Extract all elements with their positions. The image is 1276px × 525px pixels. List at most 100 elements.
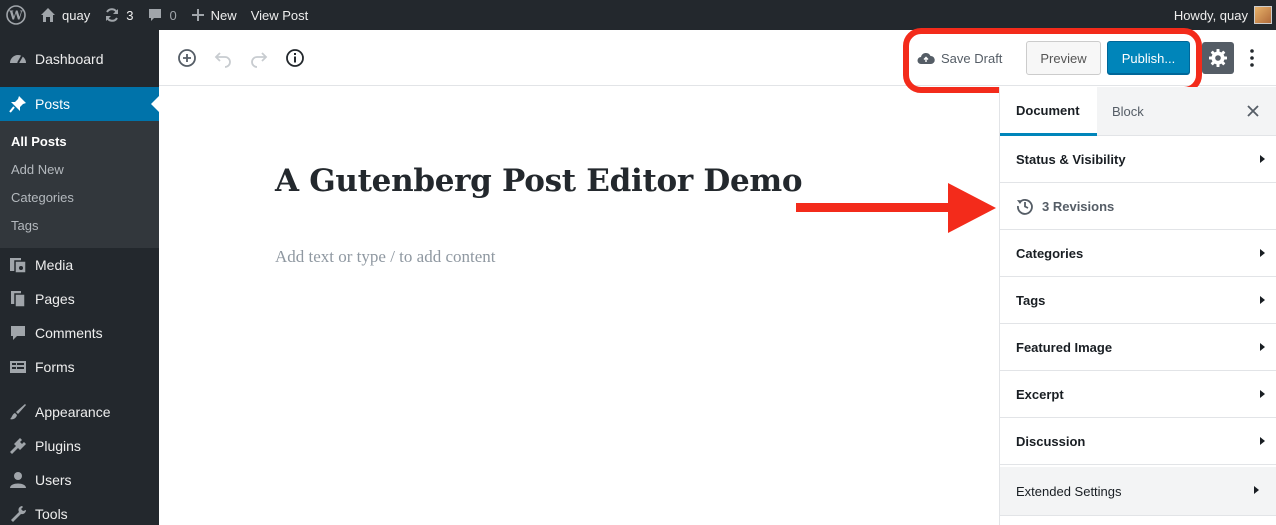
- current-menu-arrow: [151, 96, 159, 112]
- wrench-icon: [8, 504, 28, 524]
- tab-document[interactable]: Document: [1000, 87, 1097, 136]
- panel-excerpt[interactable]: Excerpt: [1000, 371, 1276, 418]
- plug-icon: [8, 436, 28, 456]
- panel-label: Featured Image: [1016, 339, 1113, 355]
- caret-right-icon: [1260, 155, 1265, 163]
- wordpress-logo-icon[interactable]: W: [0, 0, 33, 30]
- caret-right-icon: [1260, 249, 1265, 257]
- sidebar-item-forms[interactable]: Forms: [0, 350, 159, 384]
- caret-right-icon: [1260, 343, 1265, 351]
- sidebar-item-comments[interactable]: Comments: [0, 316, 159, 350]
- vertical-ellipsis-icon: [1250, 49, 1254, 67]
- panel-featured-image[interactable]: Featured Image: [1000, 324, 1276, 371]
- panel-label: 3 Revisions: [1042, 198, 1115, 214]
- undo-icon[interactable]: [212, 47, 234, 69]
- settings-toggle-button[interactable]: [1202, 42, 1234, 74]
- tab-block[interactable]: Block: [1097, 87, 1167, 136]
- sidebar-item-pages[interactable]: Pages: [0, 282, 159, 316]
- user-icon: [8, 470, 28, 490]
- panel-discussion[interactable]: Discussion: [1000, 418, 1276, 465]
- caret-right-icon: [1254, 486, 1259, 494]
- panel-tags[interactable]: Tags: [1000, 277, 1276, 324]
- close-icon[interactable]: [1243, 101, 1263, 121]
- greeting: Howdy, quay: [1173, 7, 1248, 23]
- sidebar-item-label: Forms: [35, 359, 75, 375]
- sidebar-item-label: Comments: [35, 325, 103, 341]
- add-block-icon[interactable]: [176, 47, 198, 69]
- svg-text:W: W: [8, 9, 23, 23]
- panel-status-visibility[interactable]: Status & Visibility: [1000, 136, 1276, 183]
- gear-icon: [1209, 49, 1227, 67]
- comments-count: 0: [169, 7, 177, 23]
- media-icon: [8, 255, 28, 275]
- content-placeholder[interactable]: Add text or type / to add content: [275, 247, 495, 267]
- submenu-tags[interactable]: Tags: [11, 218, 38, 233]
- panel-label: Discussion: [1016, 433, 1086, 449]
- plus-icon: [191, 9, 204, 21]
- account-menu[interactable]: Howdy, quay: [1174, 0, 1272, 30]
- history-icon: [1017, 199, 1033, 215]
- sidebar-item-label: Dashboard: [35, 51, 104, 67]
- submenu-categories[interactable]: Categories: [11, 190, 74, 205]
- sidebar-item-dashboard[interactable]: Dashboard: [0, 42, 159, 76]
- redo-icon[interactable]: [248, 47, 270, 69]
- sidebar-item-plugins[interactable]: Plugins: [0, 429, 159, 463]
- annotation-highlight-box: [903, 28, 1202, 93]
- updates-count: 3: [126, 7, 134, 23]
- brush-icon: [8, 402, 28, 422]
- new-content-link[interactable]: New: [184, 0, 244, 30]
- pin-icon: [8, 94, 28, 114]
- panel-label: Tags: [1016, 292, 1046, 308]
- settings-sidebar: Document Block Status & Visibility 3 Rev…: [999, 87, 1276, 525]
- avatar: [1254, 6, 1272, 24]
- refresh-icon: [106, 8, 119, 22]
- forms-icon: [8, 357, 28, 377]
- panel-categories[interactable]: Categories: [1000, 230, 1276, 277]
- tab-label: Block: [1112, 104, 1144, 119]
- info-icon[interactable]: [284, 47, 306, 69]
- admin-sidebar: Dashboard Posts All Posts Add New Catego…: [0, 30, 159, 525]
- sidebar-item-users[interactable]: Users: [0, 463, 159, 497]
- view-post-link[interactable]: View Post: [244, 0, 316, 30]
- panel-label: Excerpt: [1016, 386, 1064, 402]
- annotation-arrow-icon: [796, 183, 996, 233]
- settings-tabs: Document Block: [1000, 87, 1276, 136]
- post-title[interactable]: A Gutenberg Post Editor Demo: [275, 163, 803, 199]
- caret-right-icon: [1260, 296, 1265, 304]
- caret-right-icon: [1260, 390, 1265, 398]
- view-post-label: View Post: [250, 7, 309, 23]
- dashboard-icon: [8, 49, 28, 69]
- comment-bubble-icon: [149, 9, 162, 21]
- updates-link[interactable]: 3: [97, 0, 140, 30]
- sidebar-item-label: Tools: [35, 506, 68, 522]
- sidebar-item-media[interactable]: Media: [0, 248, 159, 282]
- home-icon: [41, 8, 55, 22]
- more-menu-button[interactable]: [1245, 46, 1259, 70]
- site-name-link[interactable]: quay: [33, 0, 97, 30]
- sidebar-item-label: Plugins: [35, 438, 81, 454]
- sidebar-item-posts[interactable]: Posts: [0, 87, 159, 121]
- admin-bar: W quay 3 0 New View Post Howdy, quay: [0, 0, 1276, 30]
- submenu-all-posts[interactable]: All Posts: [11, 134, 67, 149]
- panel-extended-settings[interactable]: Extended Settings: [1000, 467, 1276, 516]
- comments-link[interactable]: 0: [140, 0, 183, 30]
- new-label: New: [210, 7, 237, 23]
- panel-label: Categories: [1016, 245, 1084, 261]
- submenu-add-new[interactable]: Add New: [11, 162, 64, 177]
- posts-submenu: All Posts Add New Categories Tags: [0, 121, 159, 248]
- sidebar-item-label: Appearance: [35, 404, 111, 420]
- sidebar-item-tools[interactable]: Tools: [0, 497, 159, 525]
- sidebar-item-label: Pages: [35, 291, 75, 307]
- panel-label: Status & Visibility: [1016, 151, 1126, 167]
- sidebar-item-label: Posts: [35, 96, 71, 112]
- site-name: quay: [62, 7, 91, 23]
- pages-icon: [8, 289, 28, 309]
- caret-right-icon: [1260, 437, 1265, 445]
- tab-label: Document: [1016, 102, 1080, 118]
- sidebar-item-label: Media: [35, 257, 74, 273]
- panel-label: Extended Settings: [1016, 483, 1122, 499]
- panel-revisions[interactable]: 3 Revisions: [1000, 183, 1276, 230]
- sidebar-item-appearance[interactable]: Appearance: [0, 395, 159, 429]
- sidebar-item-label: Users: [35, 472, 72, 488]
- comment-icon: [8, 323, 28, 343]
